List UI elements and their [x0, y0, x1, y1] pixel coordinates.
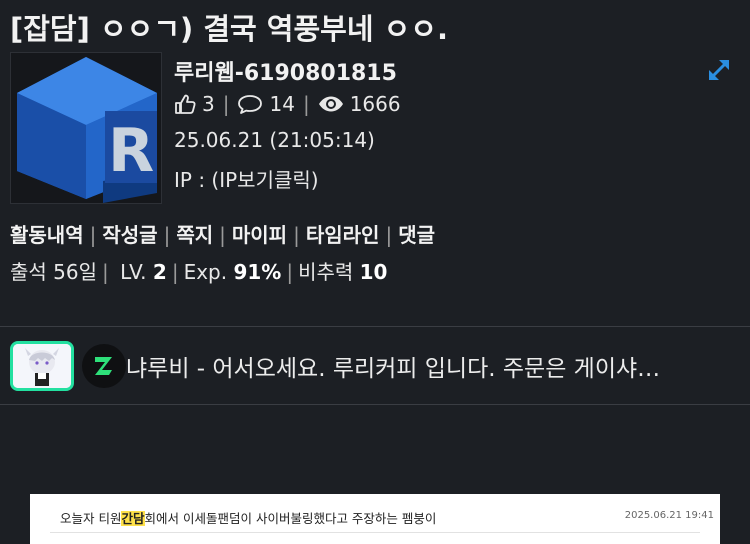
ratio-value: 10 [359, 260, 388, 284]
link-separator: | [293, 223, 300, 247]
svg-text:R: R [108, 116, 154, 186]
like-count: 3 [202, 92, 215, 116]
stat-separator: | [222, 92, 230, 116]
commenter-avatar[interactable] [10, 341, 74, 391]
activity-link[interactable]: 활동내역 [10, 223, 84, 247]
info-separator: | [171, 260, 179, 284]
view-count: 1666 [349, 92, 401, 116]
info-separator: | [102, 260, 109, 284]
ip-link[interactable]: IP : (IP보기클릭) [174, 164, 319, 193]
divider [0, 404, 750, 405]
comment-text: 냐루비 - 어서오세요. 루리커피 입니다. 주문은 게이샤… [126, 356, 661, 382]
exp-value: 91% [233, 260, 282, 284]
stat-separator: | [302, 92, 310, 116]
exp-label: Exp. [183, 260, 228, 284]
post-date: 25.06.21 (21:05:14) [174, 128, 375, 152]
embedded-image: 오늘자 티원간담회에서 이세돌팬덤이 사이버불링했다고 주장하는 펨붕이 202… [30, 494, 720, 544]
mypi-link[interactable]: 마이피 [232, 223, 287, 247]
author-name[interactable]: 루리웹-6190801815 [174, 55, 397, 87]
embed-title-highlight: 간담 [121, 511, 145, 526]
thumbs-up-icon[interactable] [174, 93, 196, 115]
comments-link[interactable]: 댓글 [398, 223, 435, 247]
link-separator: | [385, 223, 393, 247]
embed-divider [50, 532, 700, 533]
post-title: [잡담] ㅇㅇㄱ) 결국 역풍부네 ㅇㅇ. [10, 12, 449, 46]
expand-arrows-icon[interactable] [706, 57, 732, 83]
character-avatar-icon [13, 344, 71, 388]
embed-title-post: 회에서 이세돌팬덤이 사이버불링했다고 주장하는 펨붕이 [144, 511, 437, 526]
speech-bubble-icon [237, 93, 263, 115]
eye-icon [318, 93, 344, 115]
posts-link[interactable]: 작성글 [102, 223, 157, 247]
comment-count: 14 [269, 92, 295, 116]
comment-preview[interactable]: 냐루비 - 어서오세요. 루리커피 입니다. 주문은 게이샤… [10, 338, 740, 394]
ruliweb-logo-icon: R [17, 57, 157, 203]
author-avatar[interactable]: R [10, 52, 162, 204]
message-link[interactable]: 쪽지 [176, 223, 213, 247]
profile-info: 출석 56일 | LV. 2 | Exp. 91% | 비추력 10 [10, 256, 387, 285]
link-separator: | [219, 223, 226, 247]
link-separator: | [163, 223, 171, 247]
z-badge-icon [82, 344, 126, 388]
profile-links: 활동내역 | 작성글 | 쪽지 | 마이피 | 타임라인 | 댓글 [10, 219, 435, 248]
attendance: 출석 56일 [10, 260, 98, 284]
timeline-link[interactable]: 타임라인 [306, 223, 380, 247]
ratio-label: 비추력 [298, 260, 354, 284]
info-separator: | [286, 260, 294, 284]
level-label: LV. [120, 260, 147, 284]
embed-title: 오늘자 티원간담회에서 이세돌팬덤이 사이버불링했다고 주장하는 펨붕이 [60, 508, 436, 527]
post-stats: 3 | 14 | 1666 [174, 92, 401, 116]
divider [0, 326, 750, 327]
embed-date: 2025.06.21 19:41 [624, 510, 714, 521]
embed-title-pre: 오늘자 티원 [60, 511, 122, 526]
level-value: 2 [152, 260, 167, 284]
link-separator: | [89, 223, 97, 247]
